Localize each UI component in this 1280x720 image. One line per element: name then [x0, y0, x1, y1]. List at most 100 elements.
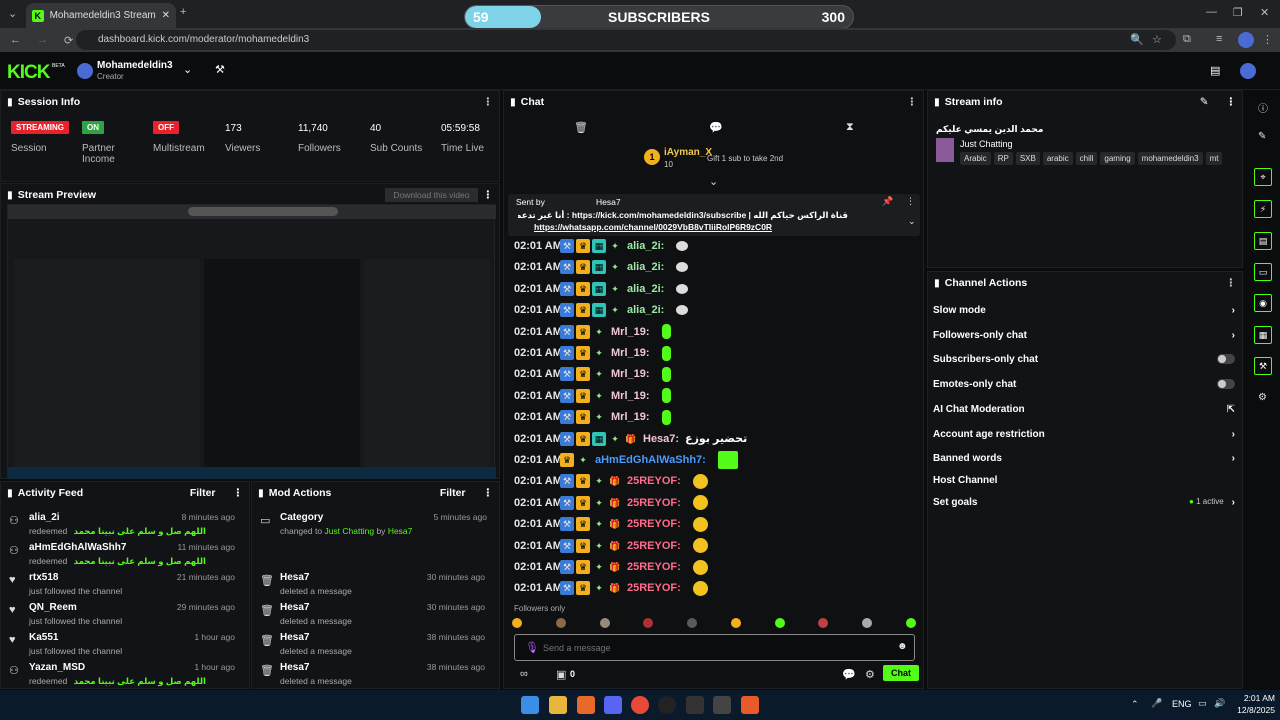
activity-user[interactable]: alia_2i — [29, 512, 206, 523]
trash-icon[interactable]: 🗑 — [574, 121, 588, 134]
activity-user[interactable]: rtx518 — [29, 572, 126, 583]
mod-user[interactable]: Hesa7 — [280, 632, 352, 643]
emote-6[interactable] — [730, 618, 741, 628]
rail-document-icon[interactable]: ▤ — [1254, 232, 1272, 250]
chrome-icon[interactable] — [631, 696, 649, 714]
chat-message[interactable]: 02:01 AM ⚒ ♛ ✦ Mrl_19: — [514, 322, 671, 342]
chat-message[interactable]: 02:01 AM ⚒ ♛ ▦ ✦ alia_2i: — [514, 300, 689, 320]
chat-bubble-icon[interactable]: 💬 — [709, 121, 723, 134]
channel-action-emotes-only-chat[interactable]: Emotes-only chat — [933, 379, 1235, 390]
chat-username[interactable]: 25REYOF: — [627, 497, 681, 509]
chat-message[interactable]: 02:01 AM ♛ ✦ aHmEdGhAlWaShh7: — [514, 450, 738, 470]
chat-username[interactable]: Mrl_19: — [611, 368, 650, 380]
channel-action-followers-only-chat[interactable]: Followers-only chat › — [933, 330, 1235, 341]
session-menu-icon[interactable]: ⋮ — [483, 96, 494, 108]
chat-username[interactable]: 25REYOF: — [627, 582, 681, 594]
toggle-switch[interactable] — [1217, 354, 1235, 364]
extensions-icon[interactable]: ⧉ — [1183, 33, 1191, 46]
emote-5[interactable] — [687, 618, 698, 628]
channel-action-banned-words[interactable]: Banned words › — [933, 453, 1235, 464]
tab-close-icon[interactable]: ✕ — [162, 10, 170, 21]
pinned-menu-icon[interactable]: ⋮ — [906, 196, 915, 207]
mod-user[interactable]: Hesa7 — [280, 662, 352, 673]
obs-icon[interactable] — [686, 696, 704, 714]
file-explorer-icon[interactable] — [549, 696, 567, 714]
emote-3[interactable] — [599, 618, 610, 628]
rail-edit-icon[interactable]: ✎ — [1258, 131, 1266, 142]
chat-message[interactable]: 02:01 AM ⚒ ♛ ✦ Mrl_19: — [514, 364, 671, 384]
chat-message[interactable]: 02:01 AM ⚒ ♛ ✦ 🎁 25REYOF: — [514, 493, 708, 513]
chat-menu-icon[interactable]: ⋮ — [907, 96, 918, 108]
emote-10[interactable] — [905, 618, 916, 628]
tab-list-icon[interactable]: ⌄ — [8, 7, 17, 20]
hourglass-icon[interactable]: ⧗ — [846, 121, 854, 134]
emote-1[interactable] — [512, 618, 522, 628]
mod-user[interactable]: Hesa7 — [280, 572, 352, 583]
send-chat-button[interactable]: Chat — [883, 665, 919, 681]
bookmark-star-icon[interactable]: ☆ — [1152, 33, 1162, 46]
tray-chevron-icon[interactable]: ⌃ — [1131, 699, 1139, 710]
kick-logo[interactable]: KICK — [7, 62, 50, 84]
chevron-right-icon[interactable]: › — [1232, 330, 1235, 341]
network-icon[interactable]: ▭ — [1198, 698, 1207, 709]
emoji-picker-icon[interactable]: ☻ — [897, 641, 908, 652]
clock-date[interactable]: 12/8/2025 — [1232, 705, 1275, 715]
activity-menu-icon[interactable]: ⋮ — [233, 487, 244, 499]
app-icon[interactable] — [577, 696, 595, 714]
epic-games-icon[interactable] — [713, 696, 731, 714]
chat-username[interactable]: 25REYOF: — [627, 518, 681, 530]
gift-user[interactable]: iAyman_X — [664, 147, 712, 158]
chat-username[interactable]: alia_2i: — [627, 304, 664, 316]
browser-tab[interactable]: K Mohamedeldin3 Stream - Kick ✕ — [26, 3, 176, 28]
brave-icon[interactable] — [741, 696, 759, 714]
rail-lightning-icon[interactable]: ⚡ — [1254, 200, 1272, 218]
chat-username[interactable]: Mrl_19: — [611, 411, 650, 423]
chat-message[interactable]: 02:01 AM ⚒ ♛ ▦ ✦ 🎁 Hesa7: تحضير بوزع — [514, 429, 747, 449]
back-icon[interactable]: ← — [10, 34, 21, 46]
chat-username[interactable]: Hesa7: — [643, 433, 679, 445]
chevron-right-icon[interactable]: › — [1232, 305, 1235, 316]
channel-actions-menu-icon[interactable]: ⋮ — [1226, 277, 1237, 289]
browser-menu-icon[interactable]: ⋮ — [1262, 33, 1273, 46]
chevron-right-icon[interactable]: › — [1232, 453, 1235, 464]
partner-badge[interactable]: ON — [82, 121, 104, 134]
activity-user[interactable]: Ka551 — [29, 632, 126, 643]
chat-message[interactable]: 02:01 AM ⚒ ♛ ✦ 🎁 25REYOF: — [514, 536, 708, 556]
microphone-icon[interactable]: 🎙 — [525, 641, 539, 654]
edit-stream-icon[interactable]: ✎ — [1200, 96, 1209, 108]
chat-message[interactable]: 02:01 AM ⚒ ♛ ✦ 🎁 25REYOF: — [514, 557, 708, 577]
chat-username[interactable]: 25REYOF: — [627, 540, 681, 552]
forward-icon[interactable]: → — [37, 34, 48, 46]
stream-tag[interactable]: SXB — [1015, 152, 1040, 165]
chat-message[interactable]: 02:01 AM ⚒ ♛ ✦ 🎁 25REYOF: — [514, 471, 708, 491]
emote-9[interactable] — [862, 618, 873, 628]
channel-action-ai-chat-moderation[interactable]: AI Chat Moderation ⇱ — [933, 404, 1235, 415]
chat-username[interactable]: Mrl_19: — [611, 347, 650, 359]
chevron-right-icon[interactable]: › — [1232, 497, 1235, 508]
stream-tag[interactable]: gaming — [1100, 152, 1135, 165]
chat-username[interactable]: alia_2i: — [627, 283, 664, 295]
mod-menu-icon[interactable]: ⋮ — [483, 487, 494, 499]
rail-broadcast-icon[interactable]: ◉ — [1254, 294, 1272, 312]
chat-username[interactable]: aHmEdGhAlWaShh7: — [595, 454, 706, 466]
emote-2[interactable] — [555, 618, 566, 628]
chat-message[interactable]: 02:01 AM ⚒ ♛ ✦ Mrl_19: — [514, 343, 671, 363]
hammer-icon[interactable]: ⚒ — [215, 63, 225, 76]
collapse-chevron-icon[interactable]: ⌄ — [709, 175, 718, 188]
channel-action-subscribers-only-chat[interactable]: Subscribers-only chat — [933, 354, 1235, 365]
steam-icon[interactable] — [658, 696, 676, 714]
stream-tag[interactable]: mohamedeldin3 — [1137, 152, 1203, 165]
maximize-icon[interactable]: ❐ — [1233, 6, 1243, 19]
chat-username[interactable]: 25REYOF: — [627, 475, 681, 487]
rail-crosshair-icon[interactable]: ⌖ — [1254, 168, 1272, 186]
chat-message[interactable]: 02:01 AM ⚒ ♛ ✦ Mrl_19: — [514, 407, 671, 427]
chat-message[interactable]: 02:01 AM ⚒ ♛ ▦ ✦ alia_2i: — [514, 236, 689, 256]
channel-switch-chevron-icon[interactable]: ⌄ — [183, 63, 192, 76]
channel-points-icon[interactable]: ∞ — [520, 668, 528, 680]
chat-username[interactable]: alia_2i: — [627, 240, 664, 252]
pinned-expand-icon[interactable]: ⌄ — [908, 216, 916, 227]
url-input[interactable]: dashboard.kick.com/moderator/mohamedeldi… — [76, 30, 1176, 50]
chat-username[interactable]: Mrl_19: — [611, 326, 650, 338]
user-avatar[interactable] — [1240, 63, 1256, 79]
channel-action-host-channel[interactable]: Host Channel — [933, 475, 1235, 486]
